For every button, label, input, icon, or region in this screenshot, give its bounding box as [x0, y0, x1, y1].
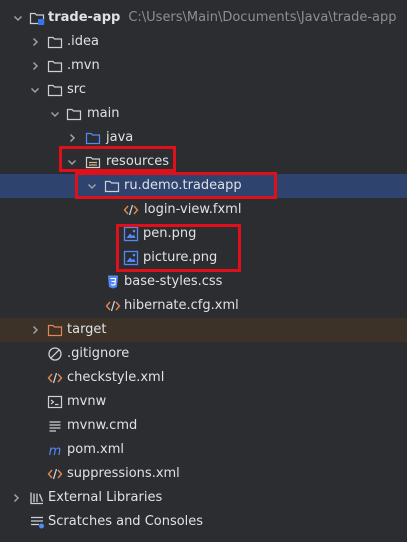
folder-icon — [65, 102, 83, 126]
chevron-right-icon[interactable] — [27, 54, 43, 78]
svg-text:m: m — [49, 444, 62, 458]
tree-row-main[interactable]: main — [0, 102, 407, 126]
tree-label: resources — [106, 154, 170, 169]
tree-row-idea[interactable]: .idea — [0, 30, 407, 54]
tree-label: base-styles.css — [124, 274, 223, 289]
tree-row-java[interactable]: java — [0, 126, 407, 150]
chevron-right-icon[interactable] — [27, 318, 43, 342]
tree-row-src[interactable]: src — [0, 78, 407, 102]
css-icon — [104, 270, 122, 294]
text-file-icon — [46, 414, 64, 438]
chevron-right-icon[interactable] — [64, 126, 80, 150]
chevron-down-icon[interactable] — [10, 6, 26, 30]
tree-row-ru-demo-tradeapp[interactable]: ru.demo.tradeapp — [0, 174, 407, 198]
project-tree: trade-app C:\Users\Main\Documents\Java\tr… — [0, 0, 407, 542]
tree-row-trade-app[interactable]: trade-app C:\Users\Main\Documents\Java\tr… — [0, 6, 407, 30]
resources-folder-icon — [84, 150, 102, 174]
tree-label: java — [106, 130, 134, 145]
tree-row-hibernate-cfg[interactable]: hibernate.cfg.xml — [0, 294, 407, 318]
tree-label: hibernate.cfg.xml — [124, 298, 239, 313]
tree-row-mvn[interactable]: .mvn — [0, 54, 407, 78]
tree-row-gitignore[interactable]: .gitignore — [0, 342, 407, 366]
tree-row-external-libraries[interactable]: External Libraries — [0, 486, 407, 510]
chevron-down-icon[interactable] — [27, 78, 43, 102]
excluded-folder-icon — [46, 318, 64, 342]
tree-label: src — [67, 82, 86, 97]
chevron-down-icon[interactable] — [64, 150, 80, 174]
tree-row-suppressions[interactable]: suppressions.xml — [0, 462, 407, 486]
tree-label: mvnw.cmd — [67, 418, 138, 433]
maven-icon: m — [46, 438, 64, 462]
tree-label: .idea — [67, 34, 99, 49]
tree-label: login-view.fxml — [144, 202, 242, 217]
source-folder-icon — [84, 126, 102, 150]
tree-row-mvnw-cmd[interactable]: mvnw.cmd — [0, 414, 407, 438]
tree-row-pen-png[interactable]: pen.png — [0, 222, 407, 246]
project-path: C:\Users\Main\Documents\Java\trade-app — [128, 10, 397, 25]
xml-icon — [122, 198, 140, 222]
module-folder-icon — [28, 6, 46, 30]
folder-icon — [46, 78, 64, 102]
folder-icon — [46, 30, 64, 54]
project-name: trade-app C:\Users\Main\Documents\Java\tr… — [48, 10, 397, 25]
scratches-icon — [28, 510, 46, 534]
tree-label: mvnw — [67, 394, 107, 409]
tree-row-scratches[interactable]: Scratches and Consoles — [0, 510, 407, 534]
chevron-down-icon[interactable] — [84, 174, 100, 198]
tree-row-mvnw[interactable]: mvnw — [0, 390, 407, 414]
tree-row-base-styles[interactable]: base-styles.css — [0, 270, 407, 294]
xml-icon — [46, 366, 64, 390]
tree-row-target[interactable]: target — [0, 318, 407, 342]
tree-label: checkstyle.xml — [67, 370, 165, 385]
chevron-right-icon[interactable] — [27, 30, 43, 54]
tree-label: pom.xml — [67, 442, 124, 457]
tree-label: .gitignore — [67, 346, 130, 361]
libraries-icon — [28, 486, 46, 510]
tree-label: target — [67, 322, 107, 337]
image-icon — [122, 222, 140, 246]
tree-label: suppressions.xml — [67, 466, 180, 481]
chevron-right-icon[interactable] — [8, 486, 24, 510]
xml-icon — [104, 294, 122, 318]
folder-icon — [46, 54, 64, 78]
tree-label: Scratches and Consoles — [48, 514, 204, 529]
tree-label: .mvn — [67, 58, 100, 73]
tree-label: pen.png — [143, 226, 197, 241]
chevron-down-icon[interactable] — [47, 102, 63, 126]
terminal-icon — [46, 390, 64, 414]
gitignore-icon — [46, 342, 64, 366]
package-folder-icon — [103, 174, 121, 198]
tree-row-pom[interactable]: m pom.xml — [0, 438, 407, 462]
tree-row-picture-png[interactable]: picture.png — [0, 246, 407, 270]
tree-label: main — [87, 106, 120, 121]
tree-row-checkstyle[interactable]: checkstyle.xml — [0, 366, 407, 390]
xml-icon — [46, 462, 64, 486]
tree-label: ru.demo.tradeapp — [124, 178, 242, 193]
tree-row-resources[interactable]: resources — [0, 150, 407, 174]
tree-label: External Libraries — [48, 490, 163, 505]
tree-label: picture.png — [143, 250, 218, 265]
image-icon — [122, 246, 140, 270]
tree-row-login-view[interactable]: login-view.fxml — [0, 198, 407, 222]
